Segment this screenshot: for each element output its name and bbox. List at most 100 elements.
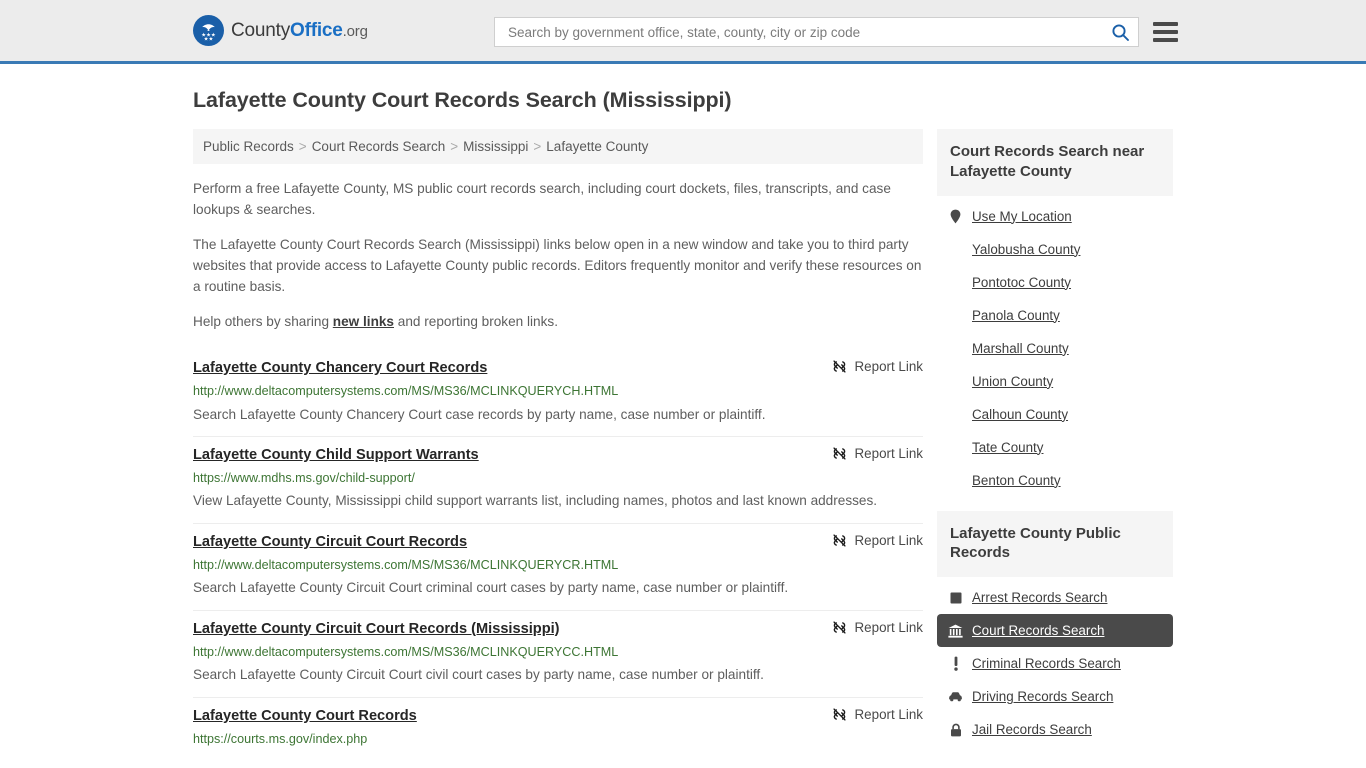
result-item: Lafayette County Court Records Report Lin… xyxy=(193,696,923,760)
sidebar-nearby-item[interactable]: Pontotoc County xyxy=(937,266,1173,299)
sidebar-record-label: Criminal Records Search xyxy=(972,656,1121,672)
result-title-link[interactable]: Lafayette County Child Support Warrants xyxy=(193,446,479,465)
breadcrumb-item-0[interactable]: Public Records xyxy=(203,139,294,154)
hamburger-menu-icon[interactable] xyxy=(1153,22,1178,42)
result-description: Search Lafayette County Circuit Court ci… xyxy=(193,667,764,683)
sidebar-nearby-item[interactable]: Calhoun County xyxy=(937,398,1173,431)
sidebar-nearby-label: Yalobusha County xyxy=(972,241,1081,257)
car-icon xyxy=(948,691,963,702)
result-header: Lafayette County Child Support Warrants R… xyxy=(193,446,923,465)
result-header: Lafayette County Chancery Court Records R… xyxy=(193,359,923,378)
broken-link-icon xyxy=(832,360,846,373)
intro-paragraph-1: Perform a free Lafayette County, MS publ… xyxy=(193,181,891,218)
sidebar-record-label: Jail Records Search xyxy=(972,722,1092,738)
result-title-link[interactable]: Lafayette County Chancery Court Records xyxy=(193,359,487,378)
breadcrumb-separator: > xyxy=(450,139,459,154)
result-header: Lafayette County Court Records Report Lin… xyxy=(193,707,923,726)
sidebar-record-label: Driving Records Search xyxy=(972,689,1114,705)
sidebar-nearby-item[interactable]: Marshall County xyxy=(937,332,1173,365)
site-logo[interactable]: ★★★ ★★ CountyOffice.org xyxy=(193,15,368,46)
sidebar-nearby-item[interactable]: Use My Location xyxy=(937,200,1173,233)
logo-text-office: Office xyxy=(290,19,343,41)
sidebar-record-item[interactable]: Criminal Records Search xyxy=(937,647,1173,680)
breadcrumb-separator: > xyxy=(298,139,307,154)
new-links-link[interactable]: new links xyxy=(333,314,394,329)
broken-link-icon xyxy=(832,621,846,634)
result-url: http://www.deltacomputersystems.com/MS/M… xyxy=(193,383,619,398)
sidebar-nearby-label: Marshall County xyxy=(972,340,1069,356)
breadcrumb-separator: > xyxy=(533,139,542,154)
sidebar-nearby-label: Union County xyxy=(972,373,1054,389)
result-url: https://www.mdhs.ms.gov/child-support/ xyxy=(193,470,415,485)
intro-paragraph-3: Help others by sharing new links and rep… xyxy=(193,311,923,332)
main-column: Public Records > Court Records Search > Miss… xyxy=(193,129,923,759)
report-link-button[interactable]: Report Link xyxy=(832,446,923,461)
intro-text: Perform a free Lafayette County, MS publ… xyxy=(193,178,923,332)
intro-p3-after: and reporting broken links. xyxy=(394,313,558,329)
report-link-button[interactable]: Report Link xyxy=(832,359,923,374)
header-search-area xyxy=(494,17,1178,47)
report-link-button[interactable]: Report Link xyxy=(832,533,923,548)
result-title-link[interactable]: Lafayette County Circuit Court Records xyxy=(193,533,467,552)
broken-link-icon xyxy=(832,534,846,547)
sidebar-record-item[interactable]: Driving Records Search xyxy=(937,680,1173,713)
sidebar-nearby-item[interactable]: Tate County xyxy=(937,431,1173,464)
sidebar-nearby-item[interactable]: Panola County xyxy=(937,299,1173,332)
sidebar-record-label: Arrest Records Search xyxy=(972,590,1108,606)
breadcrumb-item-1[interactable]: Court Records Search xyxy=(312,139,446,154)
broken-link-icon xyxy=(832,708,846,721)
sidebar-record-item[interactable]: Court Records Search xyxy=(937,614,1173,648)
sidebar-nearby-item[interactable]: Yalobusha County xyxy=(937,233,1173,266)
search-icon[interactable] xyxy=(1111,23,1130,42)
hamburger-bar xyxy=(1153,30,1178,34)
map-pin-icon xyxy=(948,209,963,224)
content-columns: Public Records > Court Records Search > Miss… xyxy=(193,129,1173,759)
svg-text:★★: ★★ xyxy=(204,37,214,43)
sidebar-nearby-label: Pontotoc County xyxy=(972,274,1072,290)
result-title-link[interactable]: Lafayette County Circuit Court Records (… xyxy=(193,620,560,639)
result-title-link[interactable]: Lafayette County Court Records xyxy=(193,707,417,726)
result-header: Lafayette County Circuit Court Records Re… xyxy=(193,533,923,552)
logo-text-county: County xyxy=(231,19,291,41)
result-item: Lafayette County Circuit Court Records (… xyxy=(193,609,923,697)
report-link-label: Report Link xyxy=(854,619,923,635)
sidebar-nearby-item[interactable]: Union County xyxy=(937,365,1173,398)
sidebar-record-item[interactable]: Jail Records Search xyxy=(937,713,1173,746)
hamburger-bar xyxy=(1153,38,1178,42)
hamburger-bar xyxy=(1153,22,1178,26)
intro-paragraph-2: The Lafayette County Court Records Searc… xyxy=(193,236,922,295)
result-item: Lafayette County Chancery Court Records R… xyxy=(193,350,923,436)
result-description: Search Lafayette County Chancery Court c… xyxy=(193,406,766,422)
eagle-seal-icon: ★★★ ★★ xyxy=(193,15,224,46)
search-box[interactable] xyxy=(494,17,1139,47)
result-url: http://www.deltacomputersystems.com/MS/M… xyxy=(193,557,619,572)
result-url: http://www.deltacomputersystems.com/MS/M… xyxy=(193,644,619,659)
report-link-label: Report Link xyxy=(854,445,923,461)
search-input[interactable] xyxy=(506,23,1111,41)
breadcrumb-item-3[interactable]: Lafayette County xyxy=(546,139,648,154)
square-icon xyxy=(948,592,963,604)
sidebar-nearby-label: Calhoun County xyxy=(972,406,1069,422)
breadcrumb: Public Records > Court Records Search > Miss… xyxy=(193,129,923,164)
courthouse-icon xyxy=(948,624,963,638)
logo-text-org: .org xyxy=(342,22,368,40)
public-records-list: Arrest Records Search Court Records Searc… xyxy=(937,581,1173,746)
result-header: Lafayette County Circuit Court Records (… xyxy=(193,620,923,639)
sidebar-nearby-label: Panola County xyxy=(972,307,1060,323)
sidebar-nearby-item[interactable]: Benton County xyxy=(937,464,1173,497)
breadcrumb-item-2[interactable]: Mississippi xyxy=(463,139,528,154)
page-container: Lafayette County Court Records Search (M… xyxy=(0,88,1366,759)
public-records-section-title: Lafayette County Public Records xyxy=(937,510,1173,578)
report-link-button[interactable]: Report Link xyxy=(832,620,923,635)
broken-link-icon xyxy=(832,447,846,460)
result-item: Lafayette County Child Support Warrants R… xyxy=(193,435,923,523)
exclamation-icon xyxy=(948,656,963,671)
report-link-label: Report Link xyxy=(854,532,923,548)
lock-icon xyxy=(948,723,963,737)
sidebar-record-item[interactable]: Arrest Records Search xyxy=(937,581,1173,614)
result-description: View Lafayette County, Mississippi child… xyxy=(193,493,878,509)
report-link-button[interactable]: Report Link xyxy=(832,707,923,722)
report-link-label: Report Link xyxy=(854,706,923,722)
site-header: ★★★ ★★ CountyOffice.org xyxy=(0,0,1366,64)
